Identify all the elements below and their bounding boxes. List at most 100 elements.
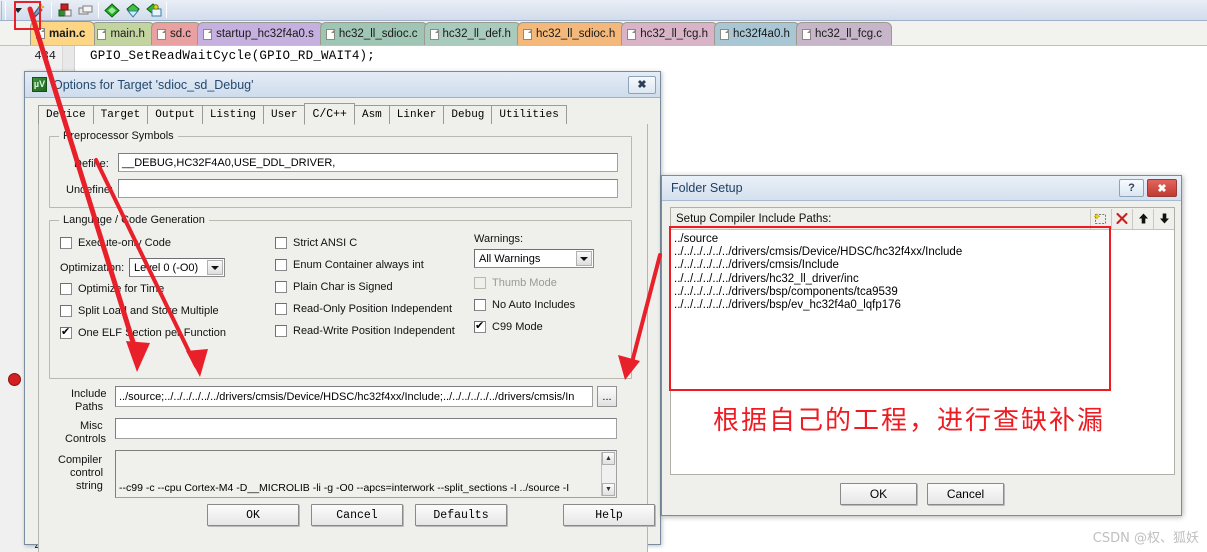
options-tab-label: Device [46,109,86,121]
options-tab-label: Utilities [499,109,559,121]
checkbox-c99-mode[interactable]: C99 Mode [474,319,543,333]
help-button-icon[interactable]: ? [1119,179,1144,197]
options-tab-label: C/C++ [312,107,347,121]
dialog-title-bar: µV Options for Target 'sdioc_sd_Debug' ✖ [25,72,660,98]
checkbox-box [474,299,486,311]
breakpoint-marker[interactable] [8,373,21,386]
checkbox-label: Read-Write Position Independent [293,325,455,337]
rebuild-all-icon[interactable] [75,1,96,20]
checkbox-no-auto-includes[interactable]: No Auto Includes [474,299,575,311]
options-tab[interactable]: User [263,105,306,124]
dialog-close-button[interactable]: ✖ [628,75,656,94]
stop-build-icon[interactable] [143,1,164,20]
toolbar-grip [1,0,6,20]
chevron-down-icon[interactable] [207,260,223,275]
editor-tab[interactable]: hc32_ll_fcg.c [795,22,893,45]
checkbox-plain-char-is-signed[interactable]: Plain Char is Signed [275,281,393,293]
editor-tab[interactable]: hc32f4a0.h [714,22,800,45]
build-target-icon[interactable] [54,1,75,20]
checkbox-read-only-position-independent[interactable]: Read-Only Position Independent [275,303,452,315]
editor-tab-label: main.c [49,27,86,40]
options-tab[interactable]: Listing [201,105,265,124]
include-paths-input[interactable]: ../source;../../../../../../drivers/cmsi… [115,386,593,407]
checkbox-execute-only-code[interactable]: Execute-only Code [60,237,171,249]
scroll-up-icon[interactable]: ▲ [602,452,615,465]
checkbox-label: One ELF Section per Function [78,327,226,339]
options-tab[interactable]: Linker [388,105,445,124]
editor-tab[interactable]: sd.c [150,22,202,45]
warnings-select[interactable]: All Warnings [474,249,594,268]
checkbox-label: Strict ANSI C [293,237,358,249]
warnings-value: All Warnings [479,252,541,265]
checkbox-read-write-position-independent[interactable]: Read-Write Position Independent [275,325,455,337]
compiler-string-scrollbar[interactable]: ▲ ▼ [601,452,615,496]
warnings-label: Warnings: [474,233,524,245]
new-path-icon[interactable] [1090,208,1111,229]
include-paths-browse-button[interactable]: ... [597,386,617,407]
checkbox-label: C99 Mode [492,321,543,333]
folder-setup-cancel-button[interactable]: Cancel [927,483,1004,505]
editor-tab[interactable]: startup_hc32f4a0.s [197,22,324,45]
include-path-item[interactable]: ../../../../../../drivers/bsp/components… [674,286,1174,299]
checkbox-box [275,237,287,249]
folder-setup-title-bar: Folder Setup ? ✖ [662,176,1181,201]
batch-build-icon[interactable] [101,1,122,20]
options-tab[interactable]: Debug [443,105,493,124]
preprocessor-group: Preprocessor Symbols Define: __DEBUG,HC3… [49,130,632,208]
ok-button[interactable]: OK [207,504,299,526]
options-tab[interactable]: Target [92,105,149,124]
include-path-item[interactable]: ../../../../../../drivers/hc32_ll_driver… [674,273,1174,286]
checkbox-split-load-and-store-multiple[interactable]: Split Load and Store Multiple [60,305,219,317]
editor-tab[interactable]: main.h [91,22,155,45]
dialog-title: Options for Target 'sdioc_sd_Debug' [53,77,254,92]
folder-setup-close-button[interactable]: ✖ [1147,179,1177,197]
annotation-note-text: 根据自己的工程，进行查缺补漏 [713,406,1106,436]
optimization-value: Level 0 (-O0) [134,261,199,274]
include-paths-list[interactable]: ../source ../../../../../../drivers/cmsis… [671,230,1174,474]
include-path-item[interactable]: ../source [674,233,1174,246]
undefine-input[interactable] [118,179,618,198]
help-button[interactable]: Help [563,504,655,526]
editor-tab[interactable]: hc32_ll_def.h [423,22,521,45]
editor-tab[interactable]: hc32_ll_fcg.h [621,22,719,45]
misc-controls-label-2: Controls [65,433,106,445]
checkbox-strict-ansi-c[interactable]: Strict ANSI C [275,237,357,249]
folder-setup-ok-button[interactable]: OK [840,483,917,505]
editor-tab[interactable]: hc32_ll_sdioc.c [319,22,428,45]
checkbox-box [275,259,287,271]
chevron-down-icon-2[interactable] [576,251,592,266]
move-down-icon[interactable] [1153,208,1174,229]
options-tab[interactable]: C/C++ [304,103,355,125]
compiler-string-line-1: --c99 -c --cpu Cortex-M4 -D__MICROLIB -l… [119,482,570,494]
scroll-down-icon[interactable]: ▼ [602,483,615,496]
file-icon [522,28,532,40]
define-input[interactable]: __DEBUG,HC32F4A0,USE_DDL_DRIVER, [118,153,618,172]
checkbox-optimize-for-time[interactable]: Optimize for Time [60,283,164,295]
misc-controls-label-1: Misc [80,420,103,432]
options-tab[interactable]: Output [147,105,203,124]
defaults-button[interactable]: Defaults [415,504,507,526]
checkbox-box [60,305,72,317]
language-codegen-group: Language / Code Generation Execute-only … [49,214,632,379]
options-tab-label: Asm [361,109,382,121]
checkbox-enum-container-always-int[interactable]: Enum Container always int [275,259,424,271]
options-tab[interactable]: Device [38,105,94,124]
move-up-icon[interactable] [1132,208,1153,229]
checkbox-box [60,237,72,249]
include-path-item[interactable]: ../../../../../../drivers/cmsis/Include [674,259,1174,272]
include-path-item[interactable]: ../../../../../../drivers/cmsis/Device/H… [674,246,1174,259]
checkbox-one-elf-section-per-function[interactable]: One ELF Section per Function [60,325,226,339]
options-tab[interactable]: Utilities [491,105,567,124]
include-paths-label-1: Include [71,388,107,400]
misc-controls-input[interactable] [115,418,617,439]
delete-path-icon[interactable] [1111,208,1132,229]
options-tab[interactable]: Asm [353,105,390,124]
editor-tab[interactable]: hc32_ll_sdioc.h [516,22,626,45]
include-path-item[interactable]: ../../../../../../drivers/bsp/ev_hc32f4a… [674,299,1174,312]
translate-file-icon[interactable] [122,1,143,20]
editor-tab-label: sd.c [169,28,192,40]
compiler-string-label-1: Compiler [58,454,103,466]
cancel-button[interactable]: Cancel [311,504,403,526]
checkbox-box [275,303,287,315]
optimization-select[interactable]: Level 0 (-O0) [129,258,225,277]
